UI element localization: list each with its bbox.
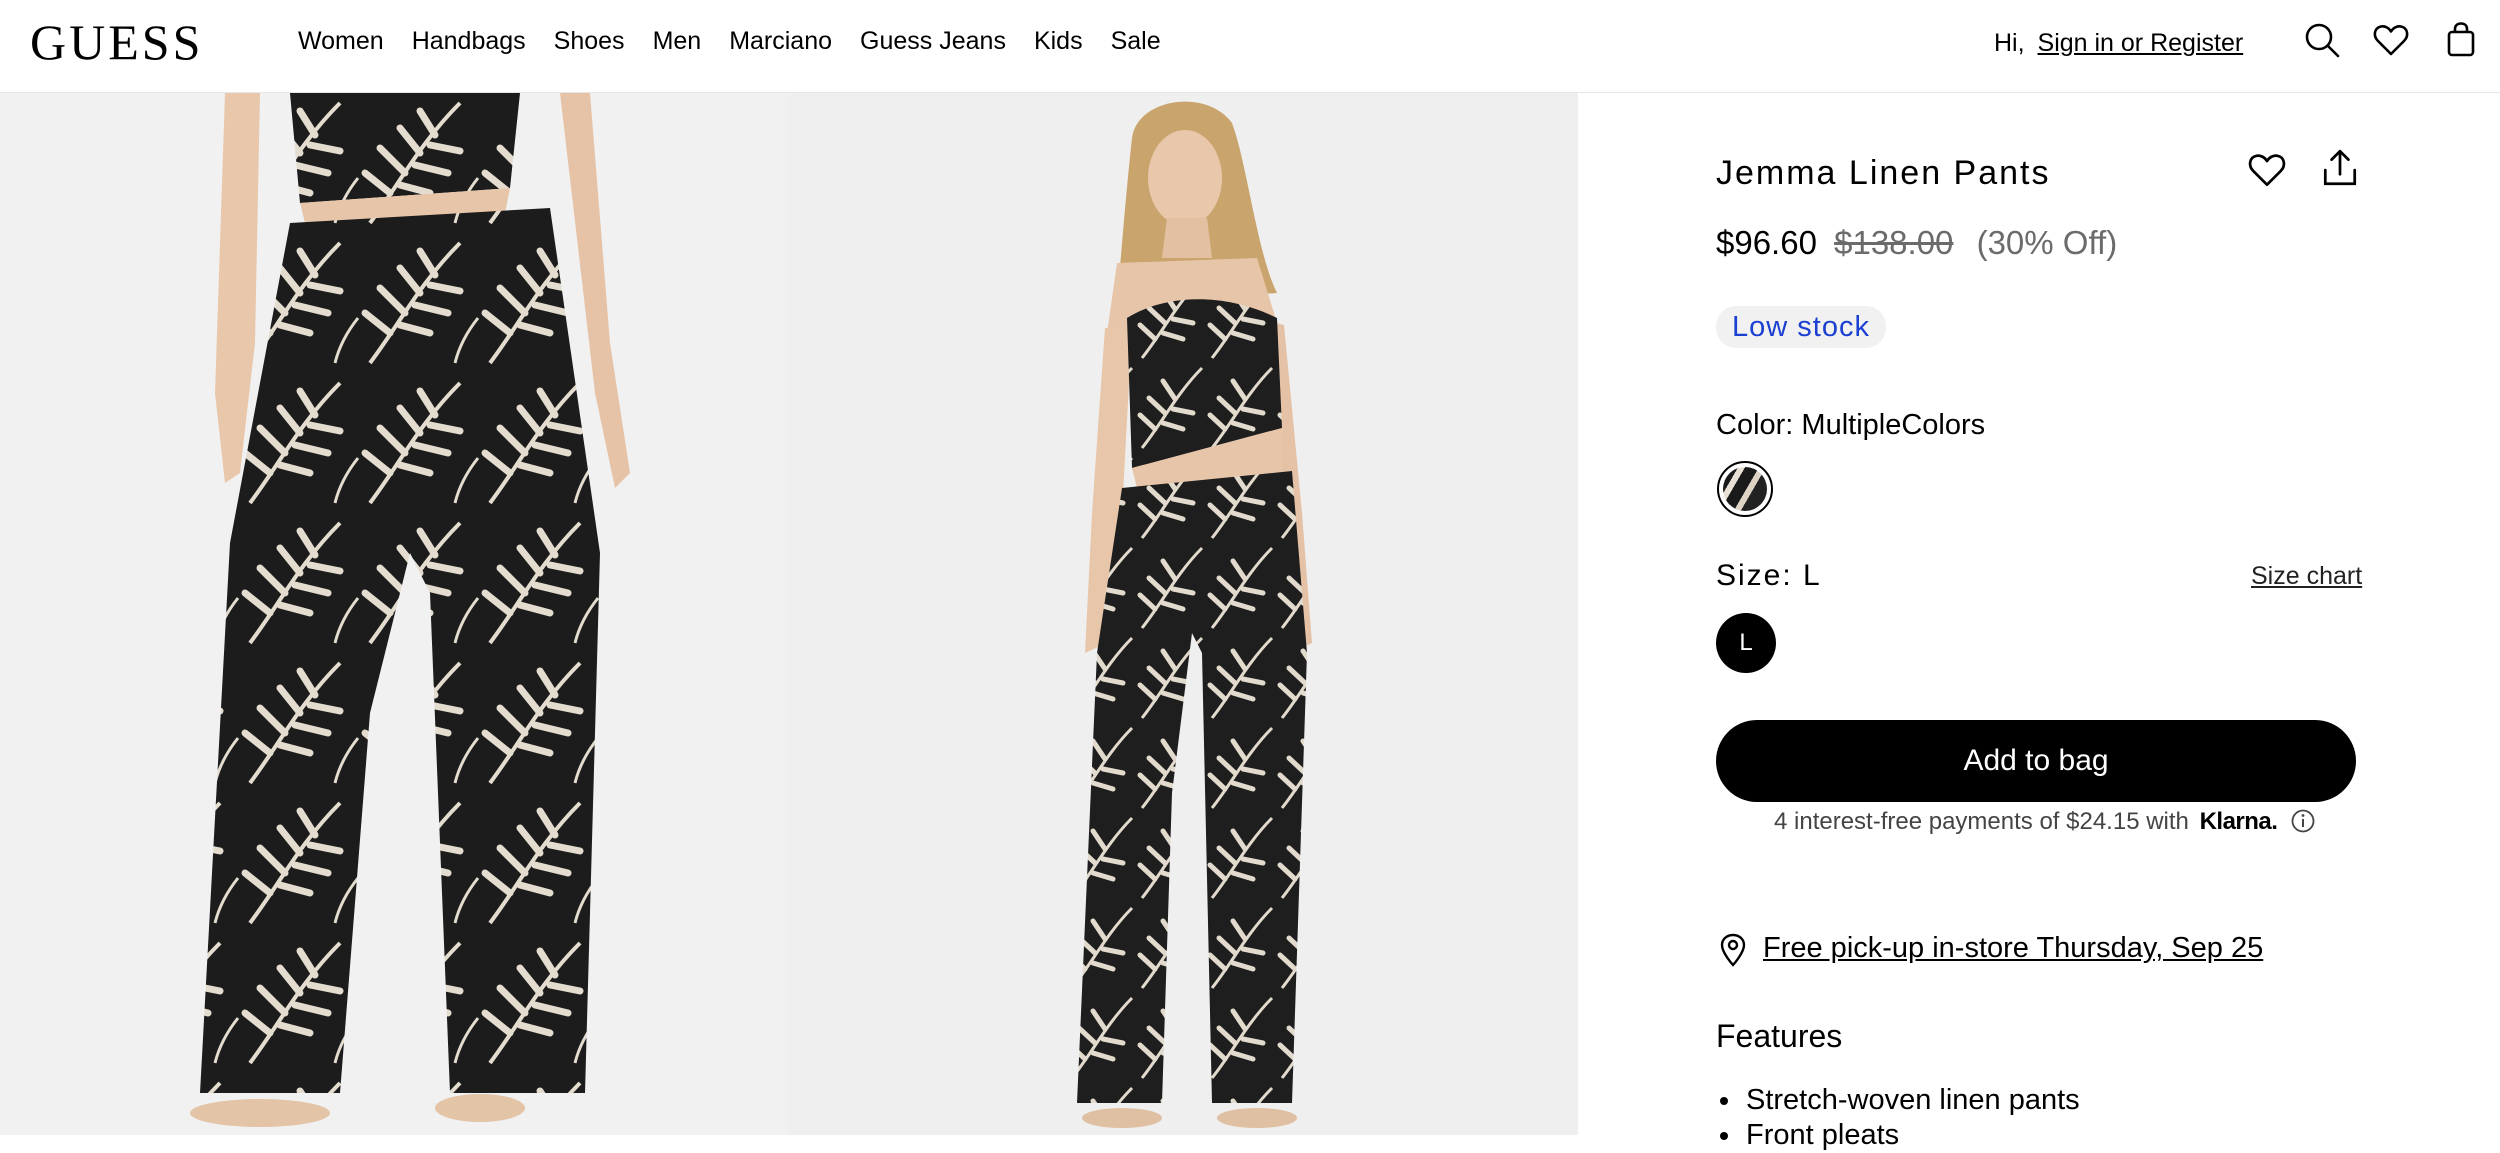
discount-text: (30% Off)	[1976, 224, 2118, 261]
stock-badge: Low stock	[1716, 306, 1886, 348]
heart-icon[interactable]	[2371, 20, 2411, 60]
nav-men[interactable]: Men	[653, 26, 702, 56]
share-icon[interactable]	[2319, 147, 2361, 189]
feature-item: Front pleats	[1720, 1118, 2080, 1153]
nav-guess-jeans[interactable]: Guess Jeans	[860, 26, 1006, 56]
account-area: Hi, Sign in or Register	[1994, 28, 2243, 58]
feature-item: Stretch-woven linen pants	[1720, 1084, 2080, 1116]
size-option-l[interactable]: L	[1716, 613, 1776, 673]
klarna-message: 4 interest-free payments of $24.15 with …	[1774, 805, 2316, 839]
pickup-link[interactable]: Free pick-up in-store Thursday, Sep 25	[1763, 929, 2263, 967]
product-image-closeup[interactable]	[0, 93, 787, 1135]
site-header: GUESS Women Handbags Shoes Men Marciano …	[0, 0, 2500, 93]
info-icon[interactable]	[2290, 808, 2316, 834]
color-label: Color: MultipleColors	[1716, 409, 1986, 441]
main-nav: Women Handbags Shoes Men Marciano Guess …	[298, 26, 1189, 56]
nav-sale[interactable]: Sale	[1111, 26, 1161, 56]
nav-marciano[interactable]: Marciano	[729, 26, 832, 56]
size-label: Size: L	[1716, 559, 1822, 592]
klarna-logo: Klarna.	[2199, 808, 2278, 835]
greeting-text: Hi,	[1994, 29, 2025, 57]
wishlist-heart-icon[interactable]	[2246, 149, 2288, 191]
size-chart-link[interactable]: Size chart	[2251, 562, 2362, 591]
guess-logo[interactable]: GUESS	[30, 14, 203, 70]
features-list: Stretch-woven linen pants Front pleats	[1720, 1083, 2080, 1153]
nav-women[interactable]: Women	[298, 26, 384, 56]
sign-in-link[interactable]: Sign in or Register	[2038, 29, 2244, 57]
nav-shoes[interactable]: Shoes	[554, 26, 625, 56]
location-pin-icon	[1718, 933, 1748, 967]
features-heading: Features	[1716, 1018, 1843, 1054]
add-to-bag-button[interactable]: Add to bag	[1716, 720, 2356, 802]
klarna-text: 4 interest-free payments of $24.15 with	[1774, 808, 2189, 835]
nav-kids[interactable]: Kids	[1034, 26, 1083, 56]
bag-icon[interactable]	[2441, 20, 2481, 60]
product-title: Jemma Linen Pants	[1716, 154, 2051, 192]
swatch-pattern	[1723, 467, 1767, 511]
original-price: $138.00	[1834, 224, 1954, 261]
color-swatch-multiple[interactable]	[1717, 461, 1773, 517]
sale-price: $96.60	[1716, 224, 1817, 261]
price-row: $96.60 $138.00 (30% Off)	[1716, 223, 2117, 263]
product-image-full[interactable]	[787, 93, 1578, 1135]
search-icon[interactable]	[2302, 20, 2342, 60]
nav-handbags[interactable]: Handbags	[412, 26, 526, 56]
